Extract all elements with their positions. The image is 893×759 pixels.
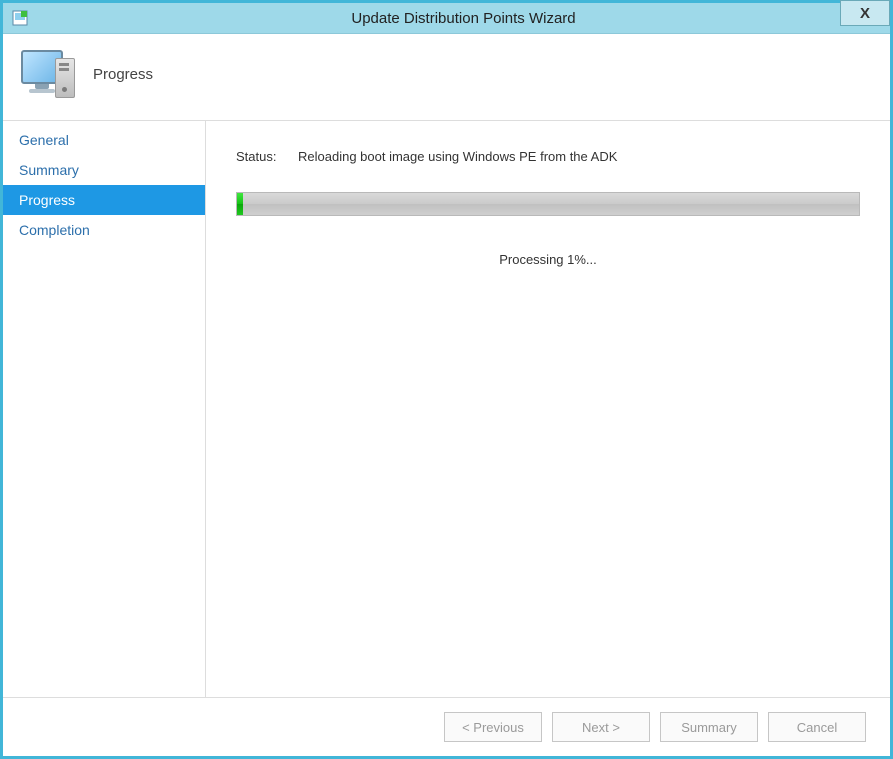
title-bar: Update Distribution Points Wizard X <box>3 3 890 34</box>
summary-button[interactable]: Summary <box>660 712 758 742</box>
processing-text: Processing 1%... <box>236 252 860 267</box>
next-button[interactable]: Next > <box>552 712 650 742</box>
cancel-button[interactable]: Cancel <box>768 712 866 742</box>
progress-bar <box>236 192 860 216</box>
status-row: Status: Reloading boot image using Windo… <box>236 149 860 164</box>
sidebar-item-general[interactable]: General <box>3 125 205 155</box>
wizard-content: Status: Reloading boot image using Windo… <box>206 121 890 697</box>
wizard-window: Update Distribution Points Wizard X Prog… <box>0 0 893 759</box>
wizard-footer: < Previous Next > Summary Cancel <box>3 697 890 756</box>
sidebar-item-completion[interactable]: Completion <box>3 215 205 245</box>
status-text: Reloading boot image using Windows PE fr… <box>298 149 617 164</box>
sidebar-item-summary[interactable]: Summary <box>3 155 205 185</box>
split-pane: General Summary Progress Completion Stat… <box>3 120 890 697</box>
sidebar-item-progress[interactable]: Progress <box>3 185 205 215</box>
status-label: Status: <box>236 149 298 164</box>
close-icon: X <box>860 5 870 22</box>
wizard-header: Progress <box>3 34 890 120</box>
computer-icon <box>21 48 79 100</box>
wizard-body: Progress General Summary Progress Comple… <box>3 34 890 756</box>
app-icon <box>11 9 29 27</box>
wizard-sidebar: General Summary Progress Completion <box>3 121 206 697</box>
page-title: Progress <box>93 66 153 83</box>
window-title: Update Distribution Points Wizard <box>37 10 890 27</box>
previous-button[interactable]: < Previous <box>444 712 542 742</box>
close-button[interactable]: X <box>840 0 890 26</box>
progress-fill <box>237 193 243 215</box>
